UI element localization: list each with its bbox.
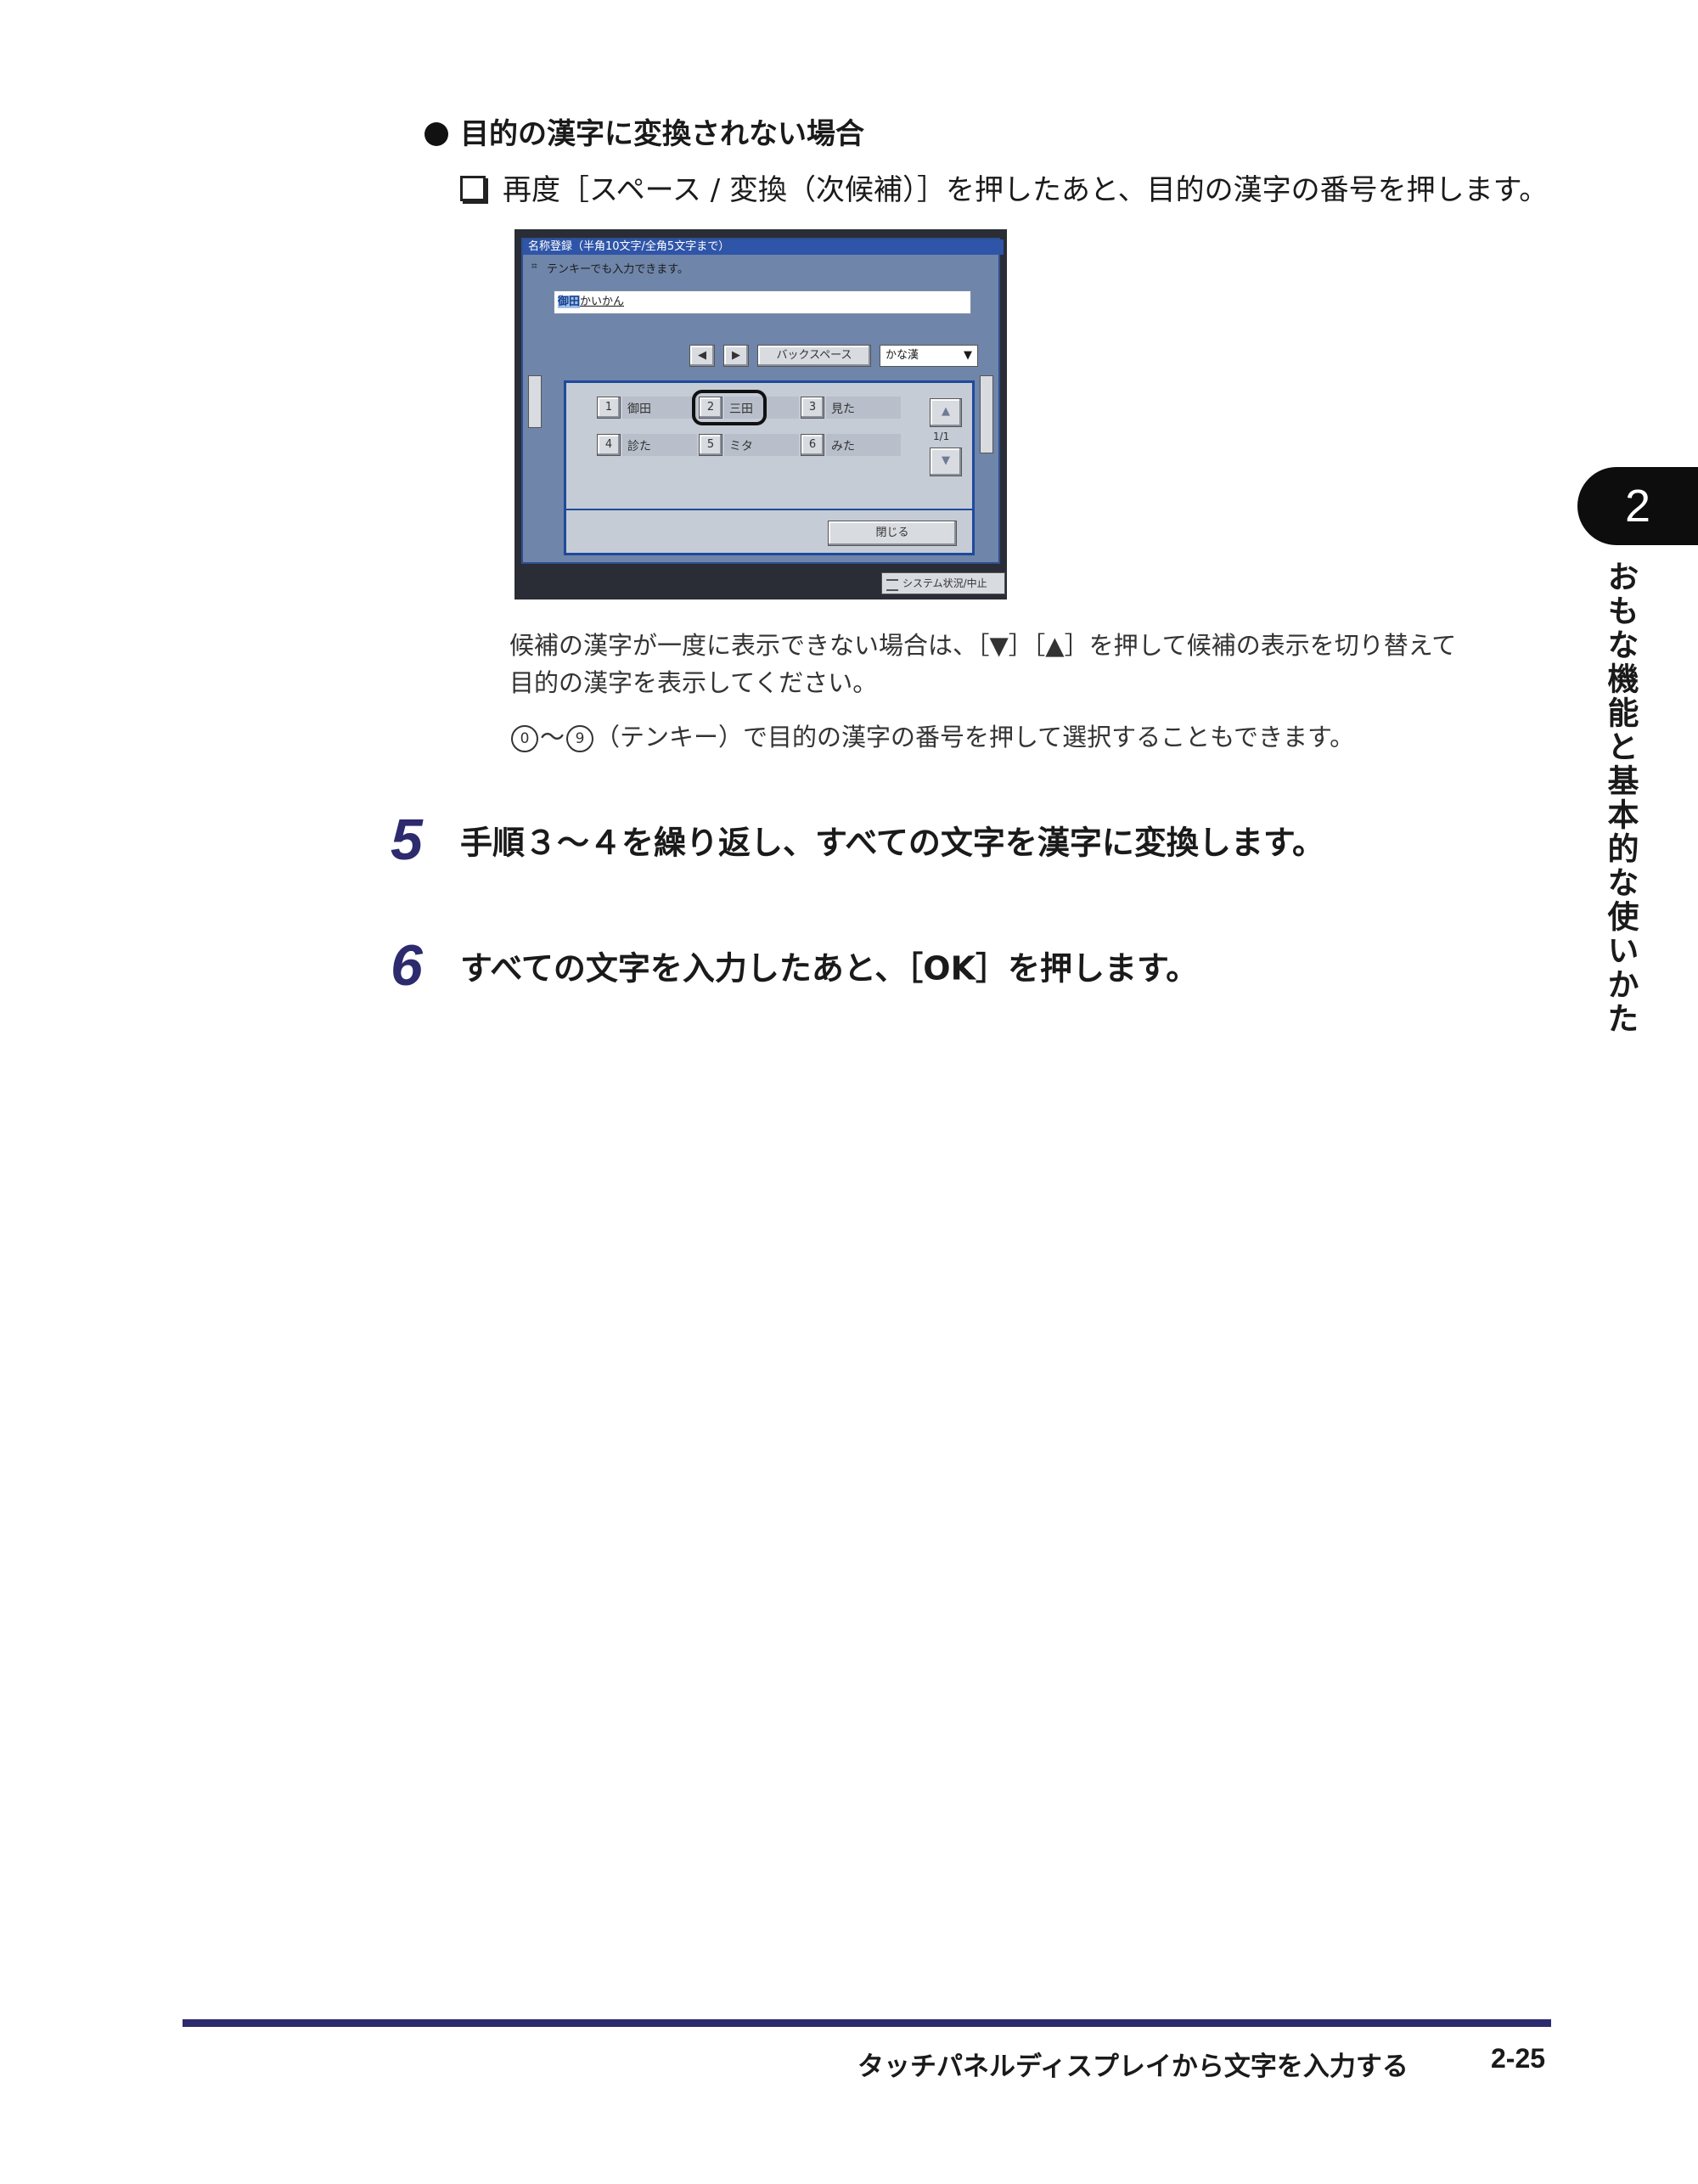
candidate-6[interactable]: 6 みた — [801, 432, 901, 458]
candidate-number[interactable]: 4 — [597, 434, 621, 456]
backspace-button[interactable]: バックスペース — [757, 345, 871, 367]
candidate-4[interactable]: 4 診た — [597, 432, 697, 458]
name-registration-window: 名称登録（半角10文字/全角5文字まで） ⌗ テンキーでも入力できます。 御田か… — [521, 238, 1004, 564]
sub-step-text: 再度［スペース / 変換（次候補）］を押したあと、目的の漢字の番号を押します。 — [503, 173, 1549, 207]
note-line-1: 候補の漢字が一度に表示できない場合は、［▼］［▲］を押して候補の表示を切り替えて — [509, 631, 1457, 660]
key-9-icon: 9 — [566, 725, 594, 752]
note-keypad: 0 ～ 9 （テンキー）で目的の漢字の番号を押して選択することもできます。 — [509, 718, 1354, 756]
candidate-number[interactable]: 5 — [699, 434, 722, 456]
candidate-3[interactable]: 3 見た — [801, 395, 901, 420]
candidate-number[interactable]: 6 — [801, 434, 824, 456]
page-number: 2-25 — [1491, 2043, 1546, 2074]
candidate-5[interactable]: 5 ミタ — [699, 432, 799, 458]
candidate-number[interactable]: 3 — [801, 397, 824, 419]
step-5: 5 手順３～４を繰り返し、すべての文字を漢字に変換します。 — [391, 807, 1324, 873]
bullet-dot-icon — [424, 122, 448, 146]
chapter-title: おもな機能と基本的な使いかた — [1602, 560, 1639, 1036]
cursor-left-button[interactable]: ◀ — [689, 345, 715, 367]
popup-divider — [566, 509, 972, 510]
step-text: 手順３～４を繰り返し、すべての文字を漢字に変換します。 — [460, 824, 1325, 862]
candidate-2-selected[interactable]: 2 三田 — [692, 390, 799, 425]
key-0-icon: 0 — [511, 725, 538, 752]
note-keypad-text: （テンキー）で目的の漢字の番号を押して選択することもできます。 — [595, 723, 1355, 751]
selection-highlight — [692, 390, 767, 425]
scroll-down-button[interactable]: ▼ — [930, 447, 962, 476]
chevron-down-icon: ▼ — [964, 349, 972, 362]
chapter-number-tab: 2 — [1577, 467, 1698, 545]
input-mode-value: かな漢 — [886, 349, 919, 362]
footer-rule — [183, 2019, 1551, 2027]
step-6: 6 すべての文字を入力したあと、［OK］を押します。 — [391, 932, 1198, 999]
close-button[interactable]: 閉じる — [828, 521, 957, 546]
candidate-1[interactable]: 1 御田 — [597, 395, 697, 420]
tilde: ～ — [540, 723, 565, 751]
candidate-number[interactable]: 1 — [597, 397, 621, 419]
sub-step: 再度［スペース / 変換（次候補）］を押したあと、目的の漢字の番号を押します。 — [460, 172, 1548, 209]
keypad-icon: ⌗ — [531, 260, 537, 272]
scroll-up-button[interactable]: ▲ — [930, 398, 962, 427]
step-number: 5 — [391, 808, 423, 872]
keypad-hint: テンキーでも入力できます。 — [547, 263, 689, 276]
step-text: すべての文字を入力したあと、［OK］を押します。 — [460, 949, 1199, 988]
checkbox-square-icon — [460, 176, 486, 201]
note-line-2: 目的の漢字を表示してください。 — [509, 668, 878, 697]
background-key-edge — [528, 375, 542, 428]
candidate-label: 見た — [831, 402, 855, 416]
step-number: 6 — [391, 933, 423, 998]
candidate-label: 御田 — [627, 402, 651, 416]
candidate-label: ミタ — [729, 440, 753, 453]
input-mode-select[interactable]: かな漢 ▼ — [880, 345, 978, 367]
system-status-button[interactable]: システム状況/中止 — [881, 572, 1005, 594]
unconverted-text: かいかん — [580, 296, 625, 308]
cursor-right-button[interactable]: ▶ — [723, 345, 749, 367]
candidate-label: 診た — [627, 440, 651, 453]
candidate-label: みた — [831, 440, 855, 453]
footer-section-title: タッチパネルディスプレイから文字を入力する — [857, 2052, 1408, 2082]
window-title: 名称登録（半角10文字/全角5文字まで） — [523, 239, 1004, 255]
section-heading-text: 目的の漢字に変換されない場合 — [460, 117, 864, 151]
background-key-edge — [980, 375, 993, 453]
converted-text: 御田 — [558, 296, 581, 308]
section-heading: 目的の漢字に変換されない場合 — [424, 115, 864, 153]
name-input[interactable]: 御田かいかん — [554, 290, 971, 314]
touch-panel-screenshot: 名称登録（半角10文字/全角5文字まで） ⌗ テンキーでも入力できます。 御田か… — [514, 229, 1007, 599]
page-indicator: 1/1 — [933, 431, 950, 442]
candidate-popup: 1 御田 2 三田 3 見た 4 診た 5 ミタ 6 みた ▲ 1/1 ▼ 閉じ… — [564, 380, 975, 555]
